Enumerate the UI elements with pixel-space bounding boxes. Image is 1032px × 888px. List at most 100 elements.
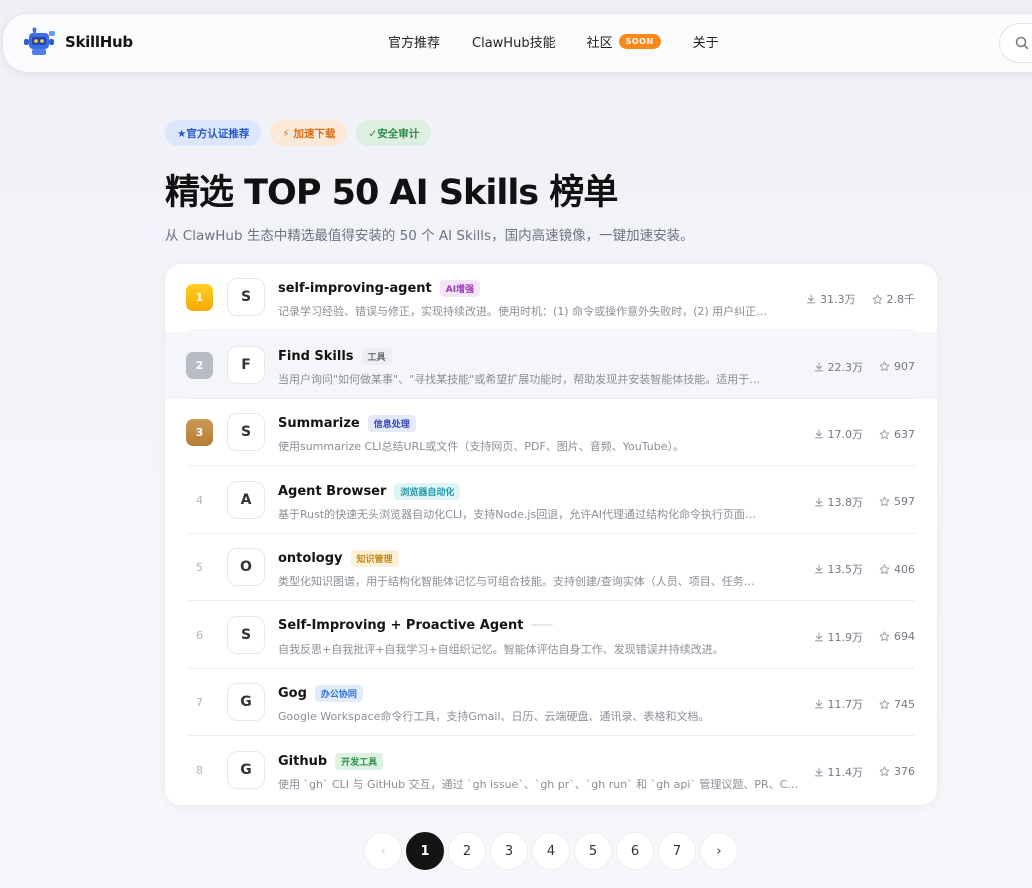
page-button-6[interactable]: 6 — [616, 832, 654, 870]
skill-name-line: Gog 办公协同 — [278, 685, 363, 702]
download-count-value: 11.7万 — [827, 698, 864, 711]
skill-avatar: O — [227, 548, 265, 586]
star-icon — [879, 563, 890, 574]
skill-name-line: Find Skills 工具 — [278, 347, 392, 365]
skill-name[interactable]: Self-Improving + Proactive Agent — [278, 618, 523, 633]
download-count-value: 13.8万 — [827, 495, 864, 509]
rank-badge: 6 — [196, 628, 203, 642]
brand-logo[interactable]: SkillHub — [23, 27, 133, 57]
download-count: 17.0万 — [814, 426, 864, 442]
skill-description: 自我反思+自我批评+自我学习+自组织记忆。智能体评估自身工作、发现错误并持续改进… — [278, 642, 724, 656]
download-count: 31.3万 — [806, 291, 856, 307]
star-icon — [872, 293, 882, 304]
page-button-1[interactable]: 1 — [406, 832, 444, 870]
search-icon — [1015, 36, 1029, 50]
main-nav: 官方推荐 ClawHub技能 社区 SOON 关于 — [388, 32, 719, 51]
star-count-value: 376 — [894, 765, 915, 778]
star-icon — [879, 698, 890, 709]
page-button-2[interactable]: 2 — [448, 832, 486, 870]
download-count: 11.7万 — [814, 696, 864, 712]
download-icon — [814, 631, 823, 641]
nav-community[interactable]: 社区 SOON — [587, 32, 661, 51]
skill-avatar: F — [227, 345, 265, 384]
skill-tag: AI增强 — [439, 280, 481, 297]
star-count-value: 2.8千 — [886, 293, 916, 306]
skill-stats: 13.8万 597 — [814, 494, 915, 510]
download-count: 11.9万 — [814, 629, 864, 645]
skill-name-line: Summarize 信息处理 — [278, 415, 416, 432]
skills-list: 1 S self-improving-agent AI增强 记录学习经验、错误与… — [165, 264, 937, 805]
skill-tag: 浏览器自动化 — [394, 482, 461, 500]
skill-stats: 11.4万 376 — [814, 764, 915, 780]
download-icon — [806, 294, 816, 304]
skill-row[interactable]: 2 F Find Skills 工具 当用户询问"如何做某事"、"寻找某技能"或… — [165, 331, 937, 399]
star-count: 406 — [879, 563, 915, 576]
nav-clawhub-skills[interactable]: ClawHub技能 — [472, 32, 556, 51]
page-button-4[interactable]: 4 — [532, 832, 570, 870]
nav-official-recommend[interactable]: 官方推荐 — [388, 32, 440, 51]
skill-tag: 开发工具 — [335, 752, 384, 770]
download-count-value: 17.0万 — [827, 428, 864, 441]
star-count-value: 745 — [894, 697, 915, 711]
skill-name[interactable]: Find Skills — [278, 349, 354, 364]
page-subtitle: 从 ClawHub 生态中精选最值得安装的 50 个 AI Skills，国内高… — [165, 228, 694, 244]
skill-name[interactable]: Gog — [278, 686, 307, 701]
star-count-value: 637 — [894, 427, 915, 441]
skill-name[interactable]: Agent Browser — [278, 484, 386, 499]
skill-row[interactable]: 8 G Github 开发工具 使用 `gh` CLI 与 GitHub 交互，… — [165, 737, 937, 804]
star-icon — [879, 361, 890, 371]
skill-name[interactable]: self-improving-agent — [278, 281, 432, 296]
skill-row[interactable]: 1 S self-improving-agent AI增强 记录学习经验、错误与… — [165, 264, 937, 331]
skill-row[interactable]: 6 S Self-Improving + Proactive Agent 自我反… — [165, 602, 937, 669]
search-button[interactable] — [999, 23, 1032, 63]
page-button-7[interactable]: 7 — [658, 832, 696, 870]
download-count-value: 13.5万 — [827, 563, 864, 576]
skill-name[interactable]: ontology — [278, 551, 343, 566]
skill-name-line: Agent Browser 浏览器自动化 — [278, 482, 461, 500]
skill-name[interactable]: Github — [278, 754, 327, 769]
skill-description: 使用 `gh` CLI 与 GitHub 交互，通过 `gh issue`、`g… — [278, 777, 800, 791]
skill-name[interactable]: Summarize — [278, 416, 360, 431]
skill-row[interactable]: 7 G Gog 办公协同 Google Workspace命令行工具，支持Gma… — [165, 669, 937, 736]
skill-row[interactable]: 4 A Agent Browser 浏览器自动化 基于Rust的快速无头浏览器自… — [165, 467, 937, 534]
skill-name-line: self-improving-agent AI增强 — [278, 280, 481, 297]
skill-avatar: S — [227, 413, 265, 451]
rank-badge: 8 — [196, 763, 203, 777]
star-count: 694 — [879, 630, 915, 643]
star-icon — [879, 766, 890, 776]
star-count-value: 597 — [894, 495, 915, 508]
star-icon — [879, 428, 890, 439]
pagination: ‹ 1 2 3 4 5 6 7 › — [364, 832, 738, 870]
brand-name: SkillHub — [65, 33, 133, 51]
rank-badge: 4 — [196, 493, 203, 507]
star-count: 745 — [879, 698, 915, 711]
prev-page-button[interactable]: ‹ — [364, 832, 402, 870]
download-icon — [814, 699, 823, 709]
skill-avatar: A — [227, 480, 265, 519]
download-count-value: 11.9万 — [827, 630, 864, 644]
hero-badges: ★官方认证推荐 ⚡ 加速下载 ✓安全审计 — [165, 120, 432, 146]
download-count-value: 11.4万 — [827, 765, 864, 779]
top-header: SkillHub 官方推荐 ClawHub技能 社区 SOON 关于 — [2, 13, 1032, 73]
skill-name-line: Github 开发工具 — [278, 752, 384, 770]
rank-badge: 5 — [196, 561, 203, 574]
skill-tag — [531, 624, 554, 626]
rank-badge: 3 — [186, 419, 213, 446]
skill-row[interactable]: 5 O ontology 知识管理 类型化知识图谱，用于结构化智能体记忆与可组合… — [165, 534, 937, 601]
skill-name-line: ontology 知识管理 — [278, 550, 399, 567]
page-button-3[interactable]: 3 — [490, 832, 528, 870]
badge-official-certified: ★官方认证推荐 — [165, 120, 262, 146]
page-button-5[interactable]: 5 — [574, 832, 612, 870]
next-page-button[interactable]: › — [700, 832, 738, 870]
skill-stats: 13.5万 406 — [814, 561, 915, 577]
nav-about[interactable]: 关于 — [693, 32, 719, 51]
star-count-value: 406 — [894, 562, 915, 576]
skill-tag: 知识管理 — [350, 550, 399, 567]
download-count: 22.3万 — [814, 359, 863, 375]
skill-description: Google Workspace命令行工具，支持Gmail、日历、云端硬盘、通讯… — [278, 710, 710, 723]
skill-row[interactable]: 3 S Summarize 信息处理 使用summarize CLI总结URL或… — [165, 399, 937, 466]
star-count: 597 — [879, 495, 915, 508]
skill-stats: 11.9万 694 — [814, 629, 915, 645]
star-icon — [879, 496, 890, 506]
skill-avatar: G — [227, 683, 265, 721]
